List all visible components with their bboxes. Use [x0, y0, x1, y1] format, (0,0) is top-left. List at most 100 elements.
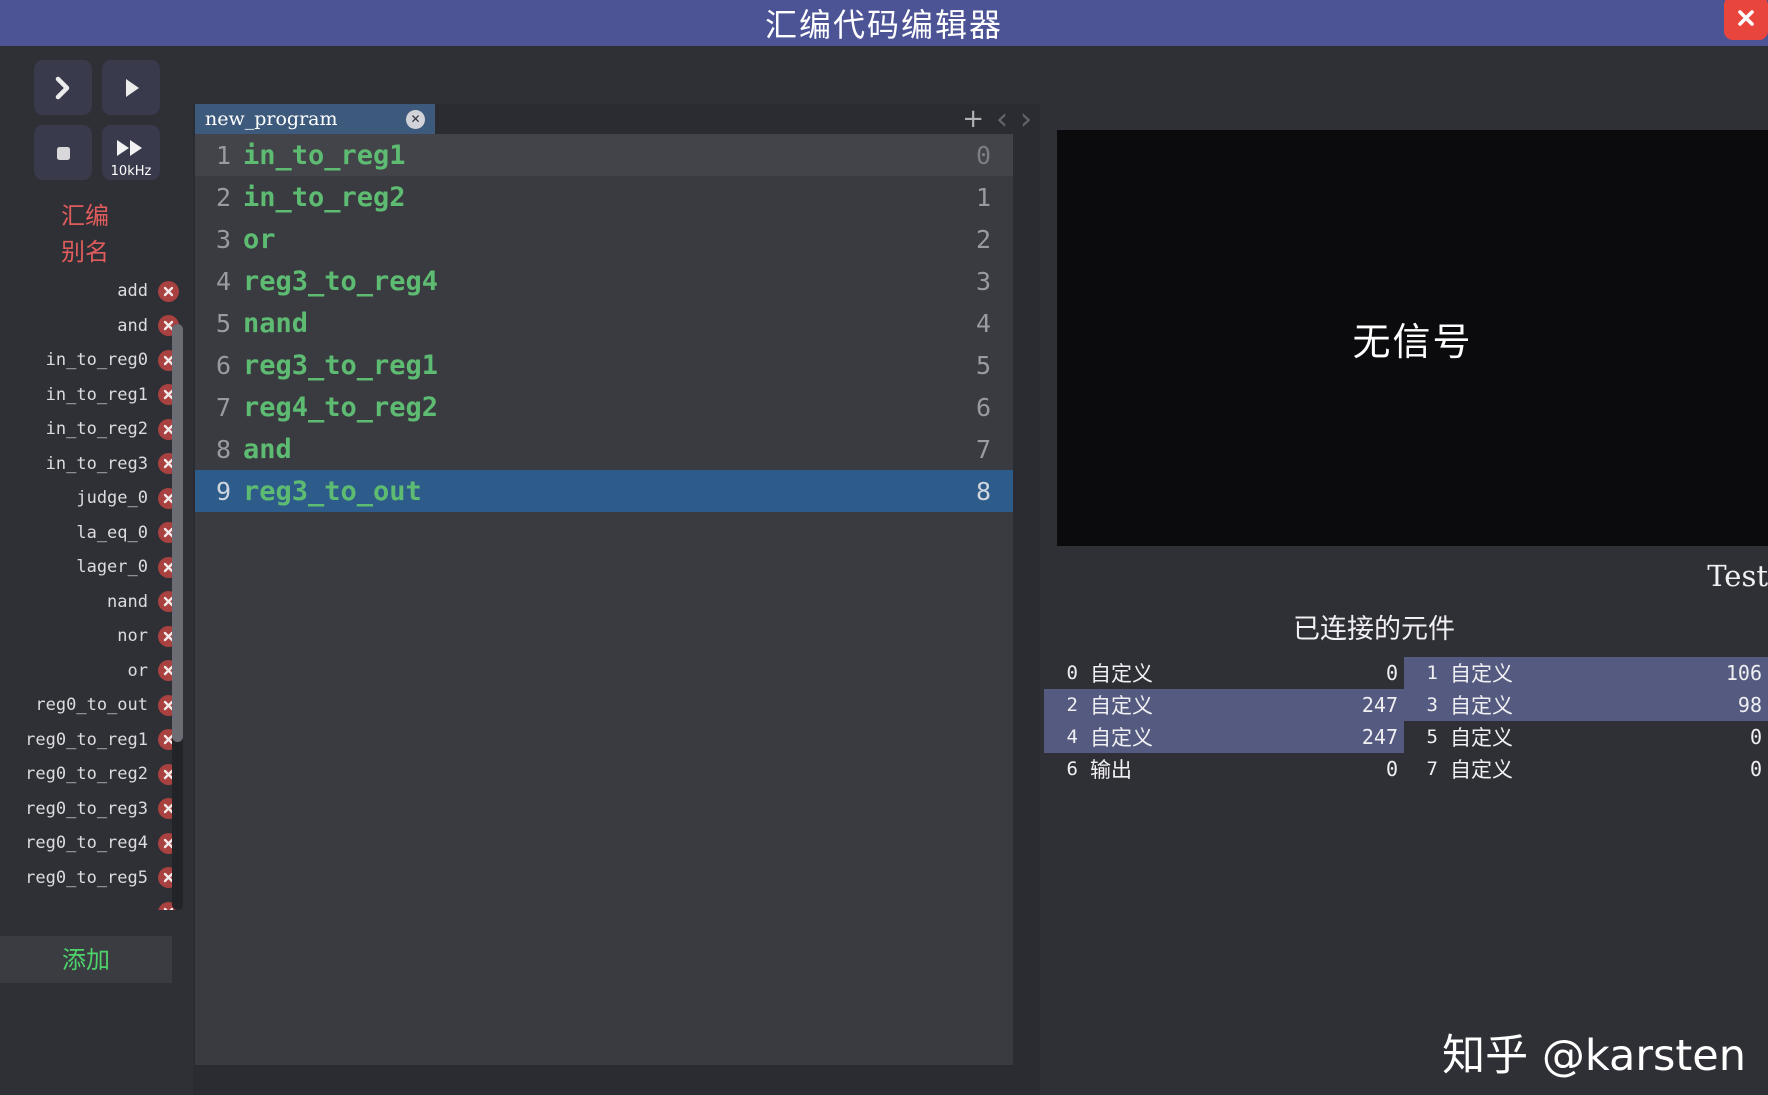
code-line[interactable]: 7 reg4_to_reg2 6	[195, 386, 1013, 428]
line-number: 1	[215, 140, 231, 170]
fast-forward-button[interactable]: 10kHz	[102, 125, 160, 180]
component-cell[interactable]: 0 自定义 0	[1044, 657, 1404, 689]
signal-monitor: 无信号	[1057, 130, 1768, 546]
code-line[interactable]: 9 reg3_to_out 8	[195, 470, 1013, 512]
code-line[interactable]: 1 in_to_reg1 0	[195, 134, 1013, 176]
code-line[interactable]: 4 reg3_to_reg4 3	[195, 260, 1013, 302]
code-line[interactable]: 2 in_to_reg2 1	[195, 176, 1013, 218]
line-text: or	[243, 223, 276, 255]
alias-row[interactable]: reg0_to_reg1	[0, 723, 187, 758]
alias-heading: 汇编 别名	[0, 198, 170, 270]
new-tab-button[interactable]: +	[962, 104, 984, 134]
line-number: 2	[215, 182, 231, 212]
alias-label: lager_0	[76, 557, 148, 578]
clock-rate-label: 10kHz	[110, 164, 152, 179]
tab-new-program[interactable]: new_program ✕	[195, 104, 435, 134]
stop-button[interactable]	[34, 125, 92, 180]
alias-row[interactable]: add	[0, 274, 187, 309]
alias-row[interactable]: reg0_to_out	[0, 688, 187, 723]
prev-tab-button[interactable]: ‹	[996, 102, 1008, 137]
delete-circle-icon[interactable]	[158, 280, 179, 302]
alias-label: in_to_reg1	[45, 384, 148, 405]
component-cell[interactable]: 5 自定义 0	[1404, 721, 1768, 753]
line-address: 8	[975, 476, 991, 506]
alias-heading-line2: 别名	[61, 238, 109, 266]
alias-row[interactable]: in_to_reg3	[0, 447, 187, 482]
alias-label: nand	[107, 591, 148, 612]
component-index: 1	[1426, 662, 1438, 684]
line-address: 6	[975, 392, 991, 422]
component-index: 3	[1426, 694, 1438, 716]
alias-label: · · ·	[97, 902, 148, 910]
alias-row[interactable]: reg0_to_reg4	[0, 826, 187, 861]
alias-row[interactable]: judge_0	[0, 481, 187, 516]
alias-row[interactable]: or	[0, 654, 187, 689]
code-lines[interactable]: 1 in_to_reg1 0 2 in_to_reg2 1 3 or 2 4 reg3_to_reg…	[195, 134, 1013, 1065]
close-button[interactable]	[1724, 0, 1768, 40]
component-cell[interactable]: 6 输出 0	[1044, 753, 1404, 785]
alias-row[interactable]: nand	[0, 585, 187, 620]
component-index: 7	[1426, 758, 1438, 780]
alias-row[interactable]: reg0_to_reg2	[0, 757, 187, 792]
stop-square-icon	[57, 146, 70, 160]
component-name: 自定义	[1090, 694, 1153, 718]
alias-row[interactable]: in_to_reg0	[0, 343, 187, 378]
close-icon	[1738, 10, 1754, 26]
code-line[interactable]: 5 nand 4	[195, 302, 1013, 344]
alias-row[interactable]: in_to_reg1	[0, 378, 187, 413]
code-editor-panel: new_program ✕ + ‹ › 1 in_to_reg1 0 2 in_to_r…	[193, 102, 1040, 1095]
alias-label: and	[117, 315, 148, 336]
component-cell[interactable]: 4 自定义 247	[1044, 721, 1404, 753]
window-title-bar: 汇编代码编辑器	[0, 0, 1768, 46]
test-label: Test	[1707, 559, 1768, 593]
component-value: 0	[1385, 661, 1398, 685]
code-line[interactable]: 6 reg3_to_reg1 5	[195, 344, 1013, 386]
alias-scrollbar-track[interactable]	[172, 324, 183, 910]
line-address: 2	[975, 224, 991, 254]
code-line[interactable]: 8 and 7	[195, 428, 1013, 470]
alias-row[interactable]: nor	[0, 619, 187, 654]
line-address: 5	[975, 350, 991, 380]
line-text: reg3_to_reg4	[243, 265, 439, 297]
alias-heading-line1: 汇编	[61, 202, 109, 230]
component-cell[interactable]: 3 自定义 98	[1404, 689, 1768, 721]
alias-list[interactable]: add and in_to_reg0 in_to_reg1 in_to_reg2 in_t…	[0, 274, 187, 910]
alias-row[interactable]: la_eq_0	[0, 516, 187, 551]
line-address: 4	[975, 308, 991, 338]
close-circle-icon[interactable]: ✕	[406, 109, 425, 129]
connected-components-grid: 0 自定义 0 1 自定义 106 2 自定义 247 3 自定义 98 4 自定义 247 5 自定义 0 6 输出…	[1044, 657, 1768, 785]
line-number: 3	[215, 224, 231, 254]
component-name: 自定义	[1450, 758, 1513, 782]
editor-tab-bar: new_program ✕ + ‹ ›	[193, 102, 1040, 137]
component-name: 自定义	[1450, 694, 1513, 718]
component-cell[interactable]: 2 自定义 247	[1044, 689, 1404, 721]
line-address: 1	[975, 182, 991, 212]
next-tab-button[interactable]: ›	[1020, 102, 1032, 137]
alias-row[interactable]: reg0_to_reg5	[0, 861, 187, 896]
alias-row[interactable]: and	[0, 309, 187, 344]
component-cell[interactable]: 7 自定义 0	[1404, 753, 1768, 785]
line-text: and	[243, 433, 292, 465]
alias-sidebar: 10kHz 汇编 别名 add and in_to_reg0 in_to_reg1in…	[0, 46, 193, 1095]
line-number: 6	[215, 350, 231, 380]
code-line[interactable]: 3 or 2	[195, 218, 1013, 260]
line-text: nand	[243, 307, 309, 339]
line-address: 3	[975, 266, 991, 296]
alias-row[interactable]: reg0_to_reg3	[0, 792, 187, 827]
alias-label: nor	[117, 626, 148, 647]
step-button[interactable]	[34, 60, 92, 115]
add-alias-button[interactable]: 添加	[0, 936, 172, 983]
component-cell[interactable]: 1 自定义 106	[1404, 657, 1768, 689]
alias-row[interactable]: in_to_reg2	[0, 412, 187, 447]
alias-row[interactable]: · · ·	[0, 895, 187, 910]
alias-row[interactable]: lager_0	[0, 550, 187, 585]
component-name: 自定义	[1450, 662, 1513, 686]
component-value: 247	[1361, 693, 1398, 717]
line-text: in_to_reg2	[243, 181, 406, 213]
chevron-right-icon	[55, 76, 70, 99]
component-name: 自定义	[1090, 726, 1153, 750]
line-text: reg4_to_reg2	[243, 391, 439, 423]
run-button[interactable]	[102, 60, 160, 115]
component-value: 247	[1361, 725, 1398, 749]
alias-scrollbar-thumb[interactable]	[172, 324, 183, 742]
